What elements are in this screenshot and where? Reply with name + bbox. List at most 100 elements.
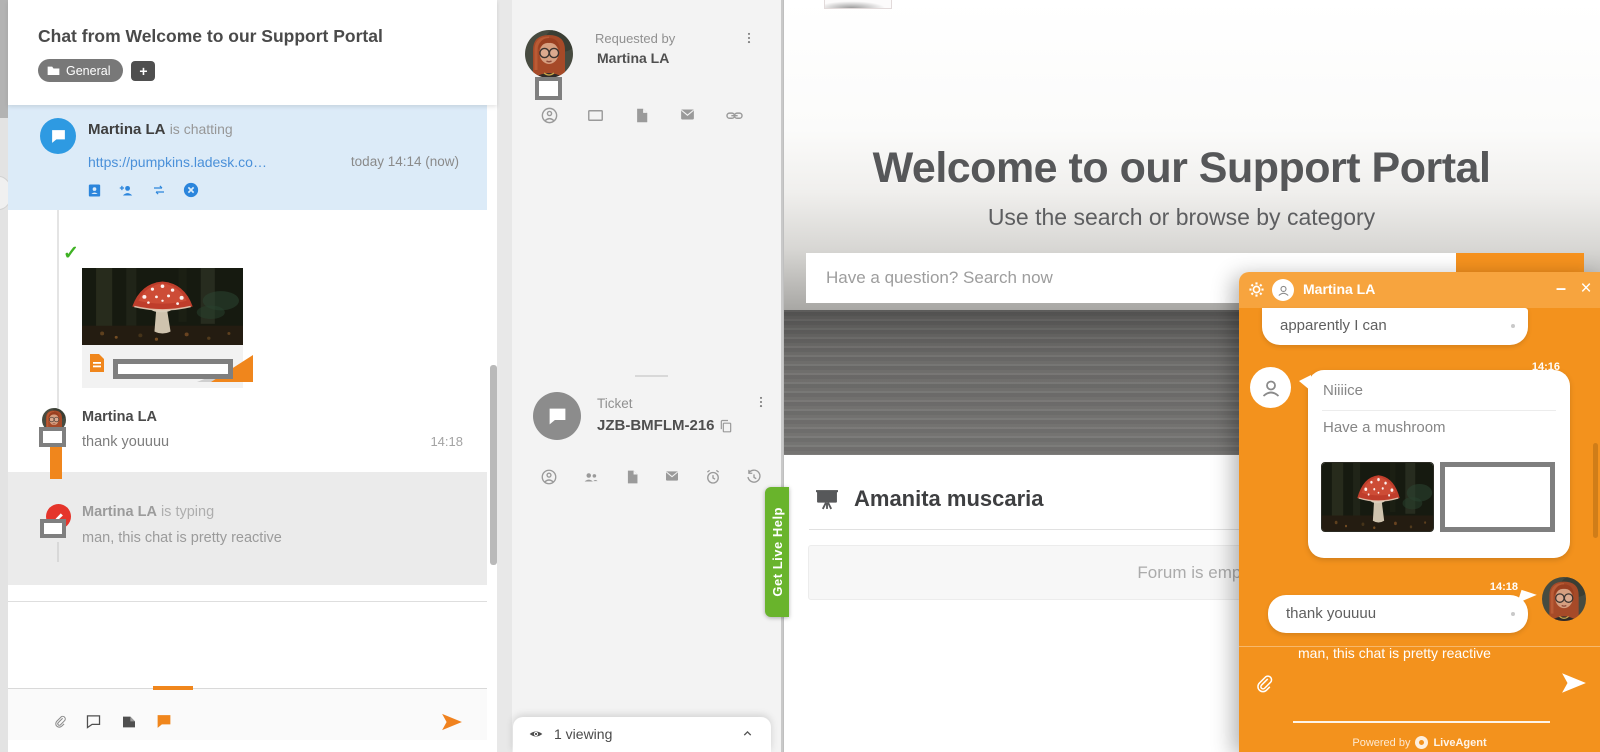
profile-icon[interactable] — [540, 106, 559, 125]
card-icon[interactable] — [586, 106, 605, 125]
ticket-avatar — [533, 392, 581, 440]
message-author: Martina LA — [82, 409, 157, 425]
attach-file-icon[interactable] — [53, 712, 67, 731]
tag-label: General — [66, 64, 110, 78]
get-live-help-button[interactable]: Get Live Help — [765, 487, 789, 617]
widget-body: apparently I can 14:16 Niiiice Have a mu… — [1239, 308, 1600, 752]
requester-name[interactable]: Martina LA — [597, 50, 669, 66]
widget-header[interactable]: Martina LA – × — [1239, 272, 1600, 308]
link-icon[interactable] — [724, 106, 745, 125]
forum-board-icon — [814, 488, 840, 511]
attachment-card[interactable] — [82, 345, 243, 388]
powered-by-label: Powered by — [1352, 737, 1410, 749]
chat-source-link[interactable]: https://pumpkins.ladesk.co… — [88, 154, 267, 170]
chat-bubble-avatar — [40, 118, 76, 154]
category-title[interactable]: Amanita muscaria — [854, 486, 1044, 512]
chat-timestamp: today 14:14 (now) — [351, 154, 459, 169]
more-options-icon[interactable] — [742, 30, 756, 46]
active-tab-indicator — [153, 686, 193, 690]
annotation-box — [535, 77, 562, 100]
divider — [1322, 410, 1556, 411]
email-icon[interactable] — [663, 468, 681, 486]
contact-name: Martina LA — [88, 121, 166, 138]
agent-presence-icon — [1272, 279, 1294, 301]
send-message-icon[interactable] — [1561, 672, 1587, 694]
chat-contact-line: Martina LA is chatting — [88, 121, 233, 138]
email-icon[interactable] — [678, 106, 697, 125]
viewing-card[interactable]: 1 viewing — [513, 717, 771, 752]
file-icon — [89, 353, 105, 373]
message-thread: Martina LA thank youuuu 14:18 — [8, 210, 487, 472]
file-icon[interactable] — [624, 468, 641, 486]
section-divider — [635, 375, 668, 377]
chat-reply-tab-icon[interactable] — [84, 713, 103, 730]
reply-tool-icons — [53, 712, 173, 731]
copy-icon[interactable] — [718, 418, 734, 435]
gear-icon[interactable] — [1248, 281, 1265, 298]
typing-author-line: Martina LA is typing — [82, 504, 214, 520]
brand-name: LiveAgent — [1433, 737, 1486, 749]
active-chat-row[interactable]: Martina LA is chatting https://pumpkins.… — [8, 105, 487, 210]
stop-chat-icon[interactable] — [182, 181, 200, 199]
chat-action-icons — [86, 181, 200, 199]
divider — [8, 601, 487, 602]
panel-gutter — [497, 0, 512, 752]
requester-action-icons — [540, 106, 745, 125]
input-underline — [1293, 721, 1550, 723]
chat-message-tab-icon[interactable] — [155, 713, 173, 730]
portal-heading: Welcome to our Support Portal — [784, 144, 1579, 193]
annotation-marker — [50, 446, 62, 479]
scrollbar-thumb[interactable] — [490, 365, 497, 565]
contact-card-icon[interactable] — [86, 182, 103, 199]
alarm-icon[interactable] — [704, 468, 722, 486]
requester-avatar[interactable] — [525, 30, 573, 78]
widget-draft-text[interactable]: man, this chat is pretty reactive — [1298, 645, 1491, 661]
mushroom-image-thumbnail[interactable] — [1321, 462, 1434, 532]
more-options-icon[interactable] — [754, 394, 768, 410]
profile-icon[interactable] — [540, 468, 558, 486]
group-icon[interactable] — [581, 468, 601, 486]
attachment-message[interactable] — [82, 268, 243, 388]
message-text: thank youuuu — [82, 434, 169, 450]
viewing-count: 1 viewing — [554, 726, 612, 742]
chat-widget: Martina LA – × apparently I can 14:16 Ni… — [1239, 272, 1600, 752]
add-tag-button[interactable]: + — [131, 61, 155, 81]
agent-message: Niiiice — [1323, 382, 1363, 399]
mushroom-image[interactable] — [82, 268, 243, 345]
visitor-message: apparently I can — [1262, 308, 1528, 334]
ticket-label: Ticket — [597, 396, 633, 411]
widget-footer[interactable]: Powered by LiveAgent — [1239, 736, 1600, 749]
sidebar-edge-dark — [0, 0, 8, 118]
transfer-icon[interactable] — [150, 182, 168, 198]
file-icon[interactable] — [633, 106, 651, 125]
typing-status: is typing — [161, 504, 214, 520]
note-tab-icon[interactable] — [120, 714, 138, 730]
ticket-code[interactable]: JZB-BMFLM-216 — [597, 417, 715, 434]
chevron-up-icon[interactable] — [740, 727, 755, 740]
portal-logo-cutoff — [824, 0, 892, 9]
minimize-icon[interactable]: – — [1552, 280, 1570, 300]
collapsed-sidebar-edge — [0, 0, 8, 752]
ticket-sidebar: Requested by Martina LA Ti — [512, 0, 783, 752]
add-person-icon[interactable] — [117, 182, 136, 199]
message-time: 14:18 — [1490, 581, 1518, 593]
visitor-bubble: thank youuuu — [1268, 595, 1528, 633]
folder-icon — [47, 65, 60, 76]
close-icon[interactable]: × — [1576, 279, 1596, 299]
chat-title: Chat from Welcome to our Support Portal — [38, 26, 383, 47]
history-icon[interactable] — [745, 468, 763, 486]
chat-header: Chat from Welcome to our Support Portal … — [8, 0, 497, 105]
widget-agent-name: Martina LA — [1303, 281, 1375, 297]
thread-line — [57, 542, 59, 562]
typing-author: Martina LA — [82, 504, 157, 520]
message-status-dot — [1511, 612, 1515, 616]
category-header: Amanita muscaria — [814, 486, 1044, 512]
liveagent-logo-icon — [1415, 736, 1428, 749]
widget-scrollbar-thumb[interactable] — [1593, 443, 1598, 538]
send-message-icon[interactable] — [441, 713, 463, 731]
thread-line — [57, 210, 59, 408]
agent-message: Have a mushroom — [1323, 419, 1446, 436]
tag-general[interactable]: General — [38, 59, 123, 82]
attach-file-icon[interactable] — [1254, 672, 1274, 695]
eye-icon — [527, 726, 545, 742]
